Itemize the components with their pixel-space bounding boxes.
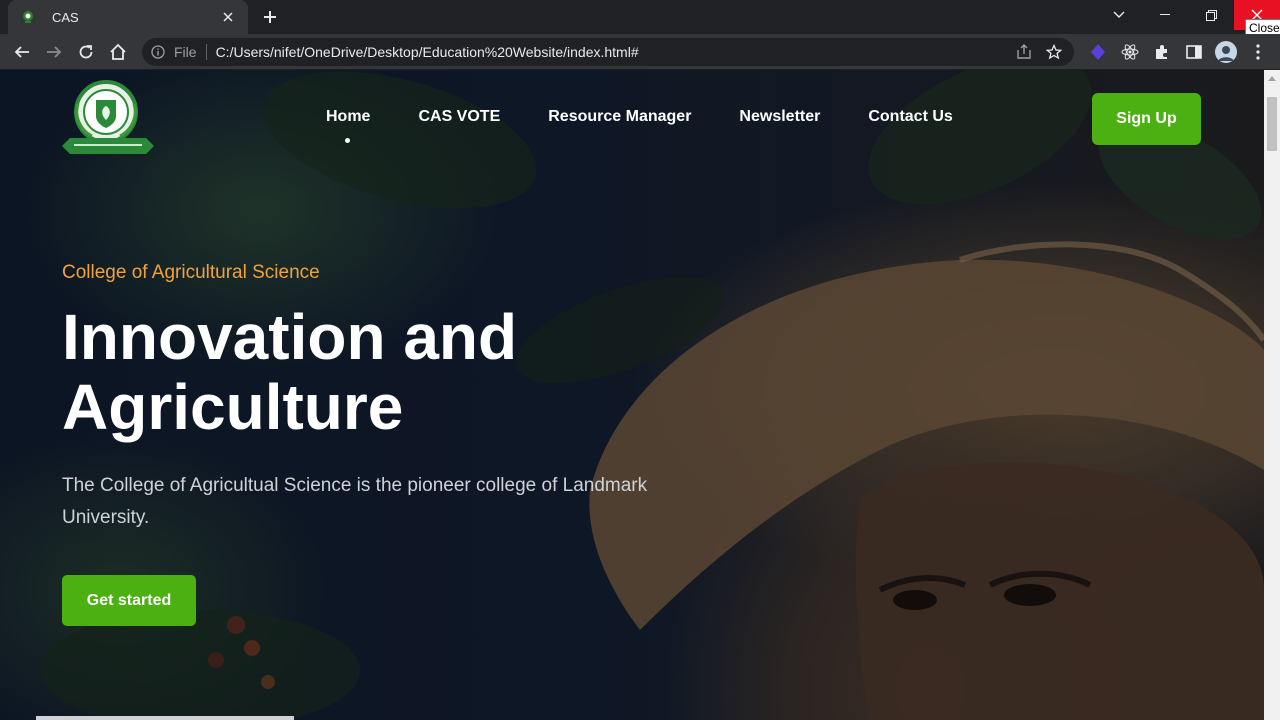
address-bar[interactable]: File C:/Users/nifet/OneDrive/Desktop/Edu… — [142, 38, 1074, 66]
avatar[interactable] — [1214, 40, 1238, 64]
minimize-icon[interactable] — [1142, 0, 1188, 30]
hero-eyebrow: College of Agricultural Science — [62, 262, 320, 283]
address-divider — [205, 44, 207, 60]
reload-icon[interactable] — [74, 40, 98, 64]
tab-search-icon[interactable] — [1096, 0, 1142, 30]
hero-lead: The College of Agricultual Science is th… — [62, 475, 648, 528]
nav-cas-vote[interactable]: CAS VOTE — [418, 108, 500, 126]
tab-title: CAS — [52, 9, 79, 25]
sign-up-button[interactable]: Sign Up — [1092, 93, 1201, 145]
scroll-thumb[interactable] — [1267, 97, 1277, 151]
puzzle-icon[interactable] — [1150, 40, 1174, 64]
site-favicon-icon — [23, 11, 33, 23]
star-icon[interactable] — [1044, 42, 1064, 62]
forward-arrow-icon[interactable] — [42, 40, 66, 64]
back-arrow-icon[interactable] — [10, 40, 34, 64]
hero-section: Home CAS VOTE Resource Manager Newslette… — [0, 70, 1264, 720]
info-icon[interactable] — [150, 44, 166, 60]
browser-toolbar: File C:/Users/nifet/OneDrive/Desktop/Edu… — [0, 34, 1280, 70]
nav-resource-manager[interactable]: Resource Manager — [548, 108, 691, 126]
hero-headline-line2: Agriculture — [62, 371, 404, 443]
browser-tab[interactable]: CAS — [8, 0, 248, 34]
more-vert-icon[interactable] — [1246, 40, 1270, 64]
nav-newsletter[interactable]: Newsletter — [739, 108, 820, 126]
tab-close-icon[interactable] — [218, 7, 238, 27]
new-tab-icon[interactable] — [258, 6, 282, 28]
side-panel-icon[interactable] — [1182, 40, 1206, 64]
address-url[interactable]: C:/Users/nifet/OneDrive/Desktop/Educatio… — [216, 44, 1014, 60]
main-nav: Home CAS VOTE Resource Manager Newslette… — [326, 108, 953, 143]
horizontal-scroll-peek — [36, 716, 294, 720]
nav-contact-us[interactable]: Contact Us — [868, 108, 952, 126]
nav-home[interactable]: Home — [326, 108, 371, 143]
hero-headline: Innovation and Agriculture — [62, 302, 622, 442]
hero-headline-line1: Innovation and — [62, 301, 518, 373]
nav-home-label: Home — [326, 108, 371, 125]
home-icon[interactable] — [106, 40, 130, 64]
react-icon[interactable] — [1118, 40, 1142, 64]
cas-logo[interactable] — [62, 76, 154, 154]
get-started-button[interactable]: Get started — [62, 575, 196, 626]
page-scrollbar[interactable] — [1264, 70, 1280, 720]
extension-icon[interactable] — [1086, 40, 1110, 64]
share-icon[interactable] — [1014, 42, 1034, 62]
tab-strip: CAS — [0, 0, 1280, 34]
address-scheme: File — [174, 44, 197, 60]
restore-icon[interactable] — [1188, 0, 1234, 30]
scroll-up-icon[interactable] — [1264, 70, 1280, 86]
